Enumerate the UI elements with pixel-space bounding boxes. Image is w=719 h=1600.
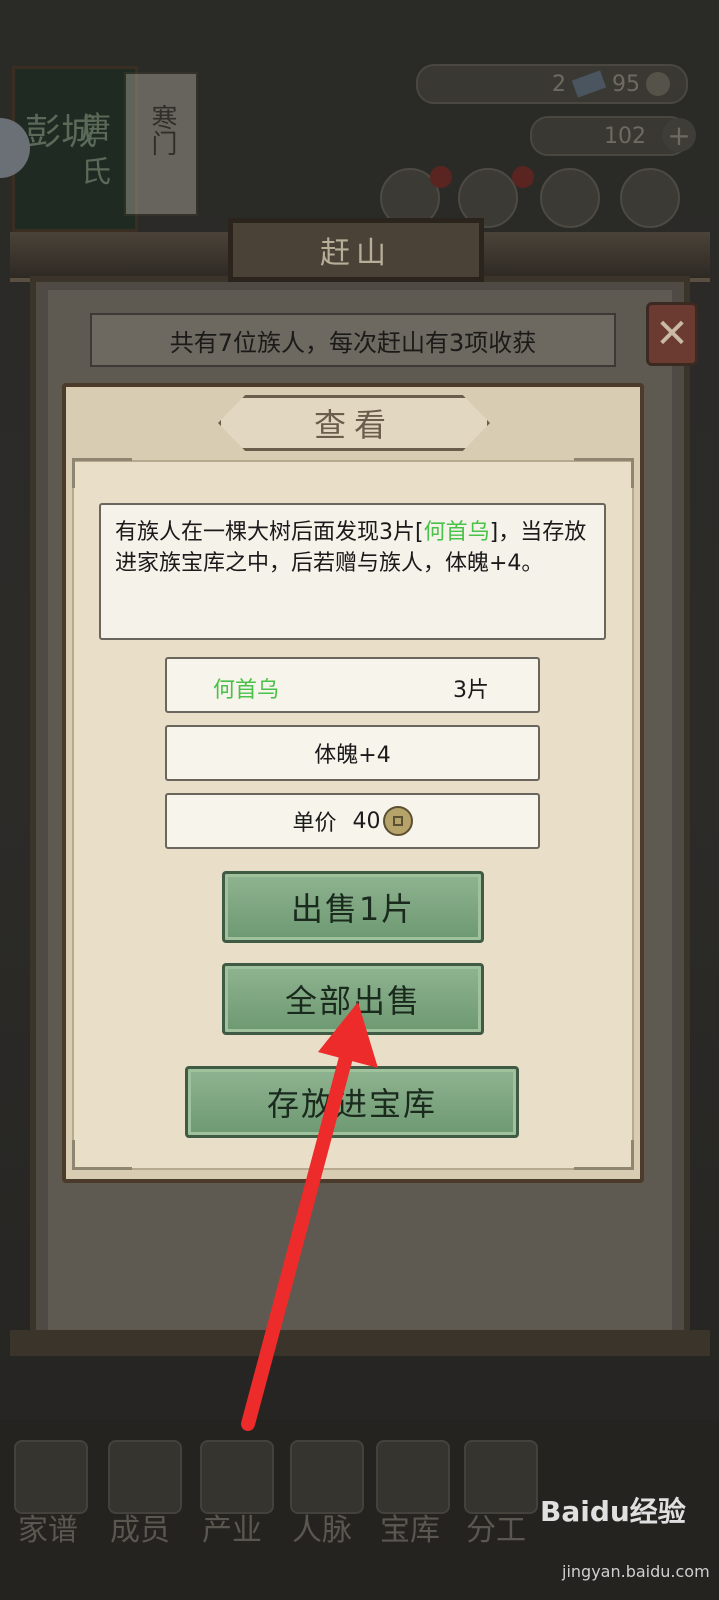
assignment-icon[interactable] — [464, 1440, 538, 1514]
item-quantity: 3片 — [453, 678, 489, 703]
price-row: 单价 40 — [165, 793, 540, 849]
price-value: 40 — [352, 808, 381, 834]
sell-one-label: 出售1片 — [290, 890, 416, 928]
treasury-icon[interactable] — [376, 1440, 450, 1514]
coin-small-icon — [646, 72, 670, 96]
family-tree-icon[interactable] — [14, 1440, 88, 1514]
nav-family-tree[interactable]: 家谱 — [18, 1505, 78, 1549]
sell-all-label: 全部出售 — [284, 982, 421, 1020]
resource2-value: 95 — [612, 71, 640, 97]
item-row: 何首乌 3片 — [165, 657, 540, 713]
price-label: 单价 — [292, 811, 337, 836]
corner-ornament — [574, 458, 634, 488]
nav-connections[interactable]: 人脉 — [292, 1505, 352, 1549]
resource1-value: 2 — [552, 71, 566, 97]
nav-treasury[interactable]: 宝库 — [380, 1505, 440, 1549]
nav-industry[interactable]: 产业 — [202, 1505, 262, 1549]
members-icon[interactable] — [108, 1440, 182, 1514]
nav-members[interactable]: 成员 — [110, 1505, 170, 1549]
connections-icon[interactable] — [290, 1440, 364, 1514]
panel-title: 赶山 — [228, 218, 484, 282]
coin-icon — [382, 806, 413, 836]
corner-ornament — [72, 1140, 132, 1170]
effect-text: 体魄+4 — [314, 743, 391, 768]
calendar-icon[interactable] — [540, 168, 600, 228]
ticket-icon — [571, 70, 607, 98]
popup-title: 查看 — [218, 395, 490, 451]
notification-dot — [512, 166, 534, 188]
watermark-url: jingyan.baidu.com — [562, 1562, 710, 1581]
nav-assignment[interactable]: 分工 — [466, 1505, 526, 1549]
industry-icon[interactable] — [200, 1440, 274, 1514]
store-to-treasury-button[interactable]: 存放进宝库 — [185, 1066, 519, 1138]
item-name: 何首乌 — [213, 678, 280, 703]
gold-value: 102 — [604, 123, 646, 149]
panel-footer — [10, 1330, 710, 1356]
close-icon: ✕ — [655, 311, 689, 357]
watermark-logo: Baidu经验 — [540, 1495, 686, 1528]
effect-row: 体魄+4 — [165, 725, 540, 781]
sell-one-button[interactable]: 出售1片 — [222, 871, 484, 943]
corner-ornament — [574, 1140, 634, 1170]
sell-all-button[interactable]: 全部出售 — [222, 963, 484, 1035]
book-side-text: 寒门 — [147, 104, 177, 156]
info-bar: 共有7位族人，每次赶山有3项收获 — [90, 313, 616, 367]
book-side-label: 寒门 — [124, 72, 198, 216]
description-box: 有族人在一棵大树后面发现3片[何首乌]，当存放进家族宝库之中，后若赠与族人，体魄… — [99, 503, 606, 640]
store-label: 存放进宝库 — [266, 1085, 437, 1123]
description-item-name: 何首乌 — [423, 520, 490, 545]
family-book-cover: 彭城 唐氏 — [12, 66, 138, 232]
resource-bar: 2 95 — [416, 64, 688, 104]
add-gold-icon[interactable]: + — [662, 118, 696, 152]
description-text-start: 有族人在一棵大树后面发现3片[ — [115, 520, 424, 545]
globe-icon[interactable] — [620, 168, 680, 228]
close-button[interactable]: ✕ — [646, 302, 698, 366]
notification-dot — [430, 166, 452, 188]
corner-ornament — [72, 458, 132, 488]
